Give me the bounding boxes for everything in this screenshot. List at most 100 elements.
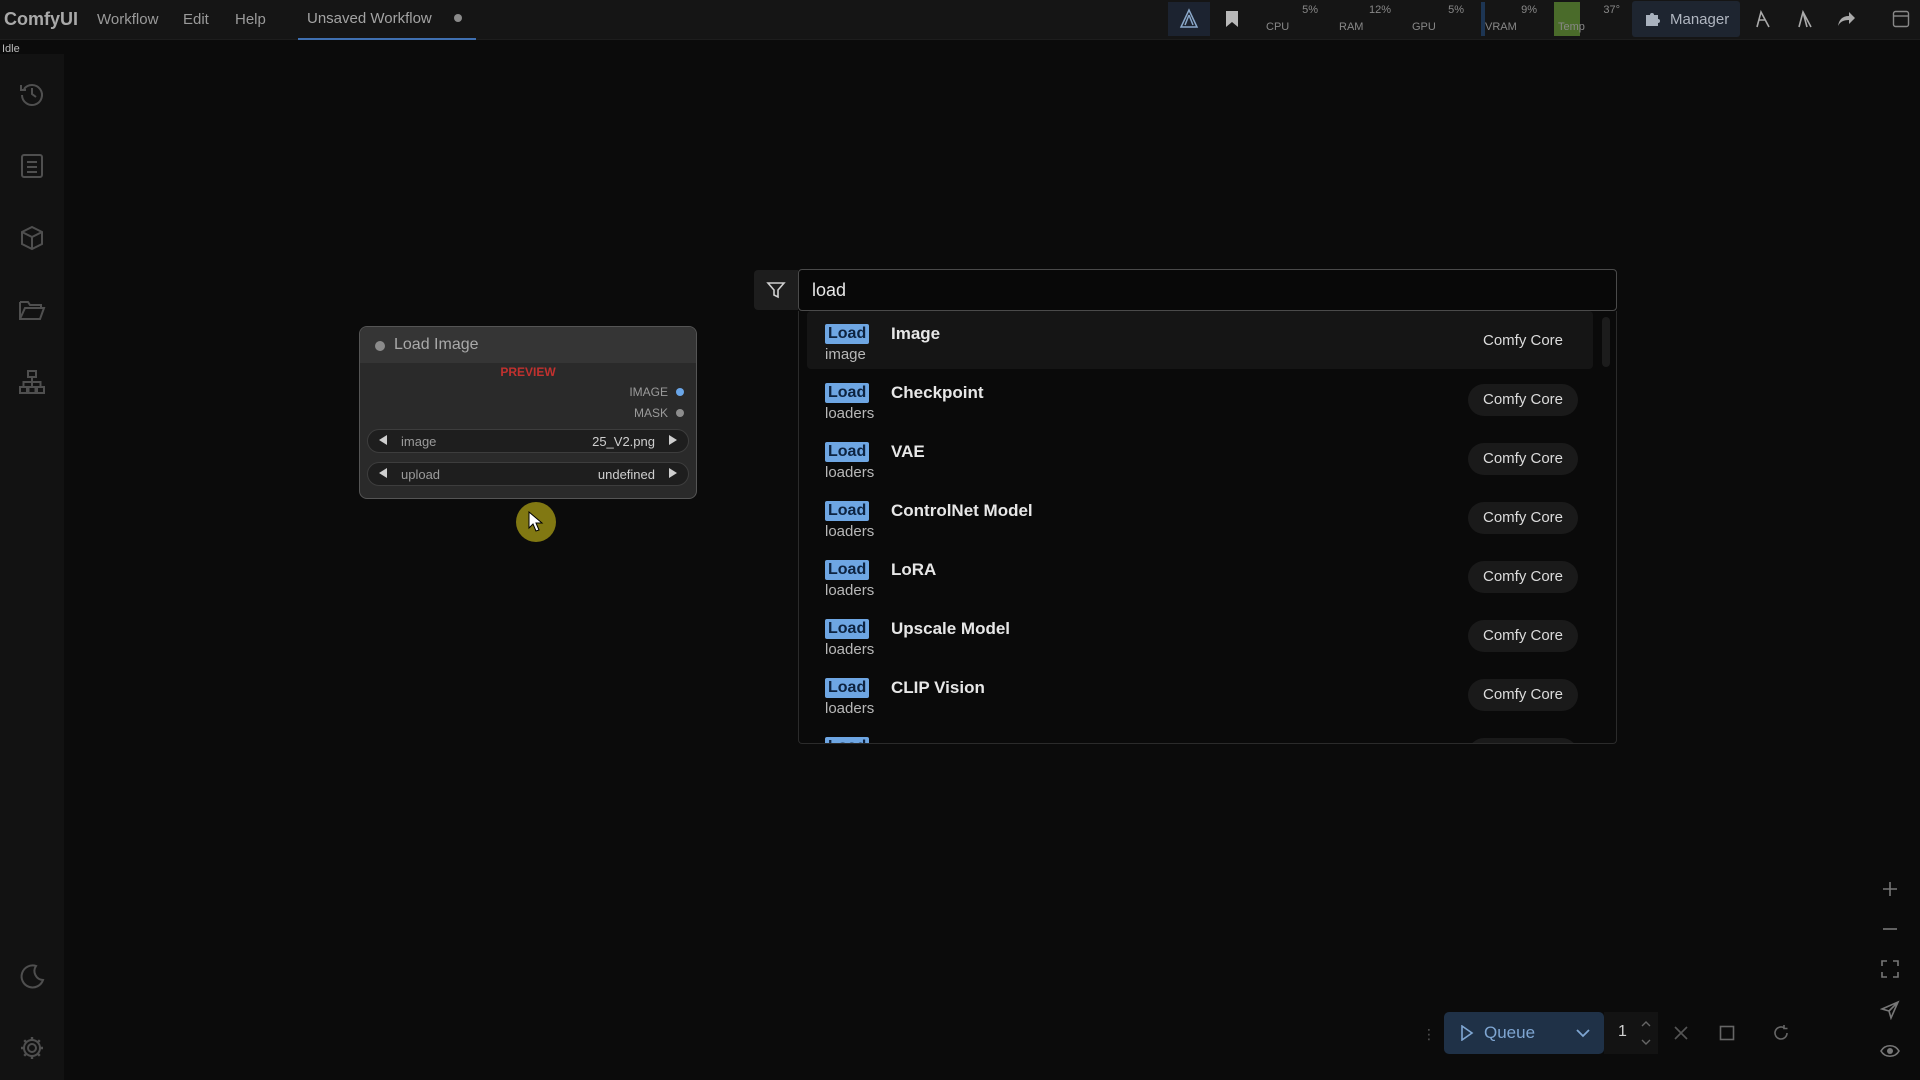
share-icon[interactable]: [1830, 2, 1864, 36]
search-results: Load Image image Comfy Core Load Checkpo…: [798, 311, 1617, 744]
ram-label: RAM: [1339, 21, 1364, 33]
result-source-badge: Comfy Core: [1468, 443, 1578, 475]
settings-button[interactable]: [14, 1030, 50, 1066]
link-visibility-button[interactable]: [1872, 992, 1908, 1028]
upload-widget[interactable]: upload undefined: [367, 462, 689, 486]
drag-handle-icon[interactable]: ⋮: [1422, 1026, 1436, 1043]
toggle-visibility-button[interactable]: [1872, 1033, 1908, 1069]
output-mask-label: MASK: [633, 406, 668, 420]
search-result[interactable]: Load CLIP Vision loaders Comfy Core: [807, 665, 1593, 723]
match-highlight: Load: [825, 678, 870, 698]
node-preview-label: PREVIEW: [500, 365, 556, 379]
bookmark-icon[interactable]: [1212, 2, 1252, 36]
cube-icon: [21, 225, 43, 251]
output-image-label: IMAGE: [629, 385, 668, 399]
arrow-right-icon[interactable]: [669, 435, 677, 445]
eye-icon: [1880, 1044, 1900, 1058]
gpu-monitor: 5% GPU: [1408, 2, 1478, 36]
result-name: CLIP Vision: [891, 678, 985, 697]
list-icon: [21, 154, 43, 178]
gpu-value: 5%: [1448, 4, 1464, 16]
workflows-button[interactable]: [14, 292, 50, 328]
model-share-icon[interactable]: [1746, 2, 1780, 36]
app-logo: ComfyUI: [4, 9, 79, 29]
zoom-in-button[interactable]: [1872, 871, 1908, 907]
temp-label: Temp: [1558, 21, 1585, 33]
zoom-out-button[interactable]: [1872, 911, 1908, 947]
sidebar: [0, 54, 64, 1080]
search-result-partial[interactable]: Load: [807, 724, 1593, 743]
queue-button[interactable]: Queue: [1444, 1012, 1562, 1054]
result-name: VAE: [891, 442, 925, 461]
widget-name: image: [401, 434, 437, 449]
match-highlight: Load: [825, 501, 870, 521]
ram-value: 12%: [1368, 4, 1391, 16]
result-name: Image: [891, 324, 941, 343]
result-source-badge: Comfy Core: [1468, 679, 1578, 711]
node-search-input[interactable]: [798, 269, 1617, 311]
queue-list-button[interactable]: [14, 148, 50, 184]
results-scrollbar[interactable]: [1602, 317, 1610, 367]
queue-mode-dropdown[interactable]: [1562, 1012, 1604, 1054]
queue-label: Queue: [1484, 1023, 1536, 1042]
history-icon: [20, 84, 43, 106]
search-result[interactable]: Load ControlNet Model loaders Comfy Core: [807, 488, 1593, 546]
menu-help[interactable]: Help: [235, 11, 266, 28]
batch-count-input[interactable]: 1: [1604, 1012, 1658, 1054]
gpu-label: GPU: [1412, 21, 1436, 33]
model-library-button[interactable]: [14, 220, 50, 256]
ram-monitor: 12% RAM: [1335, 2, 1405, 36]
refresh-button[interactable]: [1766, 1018, 1796, 1048]
output-image: IMAGE: [629, 385, 684, 399]
stop-icon: [1719, 1025, 1735, 1041]
menu-edit[interactable]: Edit: [183, 11, 209, 28]
node-library-button[interactable]: [14, 364, 50, 400]
image-widget[interactable]: image 25_V2.png: [367, 429, 689, 453]
top-bar: ComfyUI Workflow Edit Help Unsaved Workf…: [0, 0, 1920, 40]
temp-value: 37°: [1603, 4, 1620, 16]
output-image-slot[interactable]: [676, 388, 684, 396]
clear-queue-button[interactable]: [1712, 1018, 1742, 1048]
arrow-left-icon[interactable]: [379, 468, 387, 478]
load-image-node[interactable]: Load Image PREVIEW IMAGE MASK image 25_V…: [359, 326, 697, 499]
search-result[interactable]: Load Checkpoint loaders Comfy Core: [807, 370, 1593, 428]
pysssss-logo-icon[interactable]: [1168, 2, 1210, 36]
result-source-badge: Comfy Core: [1468, 620, 1578, 652]
panel-toggle-icon[interactable]: [1884, 2, 1918, 36]
manager-button[interactable]: Manager: [1632, 1, 1740, 37]
mouse-cursor-icon: [528, 511, 544, 532]
result-category: loaders: [825, 405, 875, 422]
fit-view-button[interactable]: [1872, 951, 1908, 987]
minus-icon: [1883, 928, 1897, 930]
manager-label: Manager: [1670, 10, 1730, 28]
history-button[interactable]: [14, 76, 50, 112]
search-result[interactable]: Load Upscale Model loaders Comfy Core: [807, 606, 1593, 664]
model-share-alt-icon[interactable]: [1788, 2, 1822, 36]
folder-open-icon: [19, 301, 46, 320]
filter-button[interactable]: [754, 270, 798, 310]
workflow-tab[interactable]: Unsaved Workflow: [298, 0, 476, 40]
cpu-value: 5%: [1302, 4, 1318, 16]
temp-monitor: 37° Temp: [1554, 2, 1624, 36]
cancel-run-button[interactable]: [1666, 1018, 1696, 1048]
search-result[interactable]: Load VAE loaders Comfy Core: [807, 429, 1593, 487]
search-result[interactable]: Load LoRA loaders Comfy Core: [807, 547, 1593, 605]
match-highlight: Load: [825, 383, 870, 403]
match-highlight: Load: [825, 737, 870, 743]
arrow-left-icon[interactable]: [379, 435, 387, 445]
arrow-right-icon[interactable]: [669, 468, 677, 478]
sitemap-icon: [19, 370, 45, 394]
stepper-icon[interactable]: [1640, 1018, 1652, 1048]
theme-toggle-button[interactable]: [14, 958, 50, 994]
menu-workflow[interactable]: Workflow: [97, 11, 158, 28]
expand-icon: [1881, 960, 1899, 978]
search-result[interactable]: Load Image image Comfy Core: [807, 311, 1593, 369]
output-mask-slot[interactable]: [676, 409, 684, 417]
vram-monitor: 9% VRAM: [1481, 2, 1551, 36]
node-title: Load Image: [394, 336, 479, 353]
node-collapse-dot[interactable]: [375, 341, 385, 351]
cpu-monitor: 5% CPU: [1262, 2, 1332, 36]
node-header[interactable]: Load Image: [360, 327, 696, 363]
vram-label: VRAM: [1485, 21, 1517, 33]
result-name: Upscale Model: [891, 619, 1011, 638]
